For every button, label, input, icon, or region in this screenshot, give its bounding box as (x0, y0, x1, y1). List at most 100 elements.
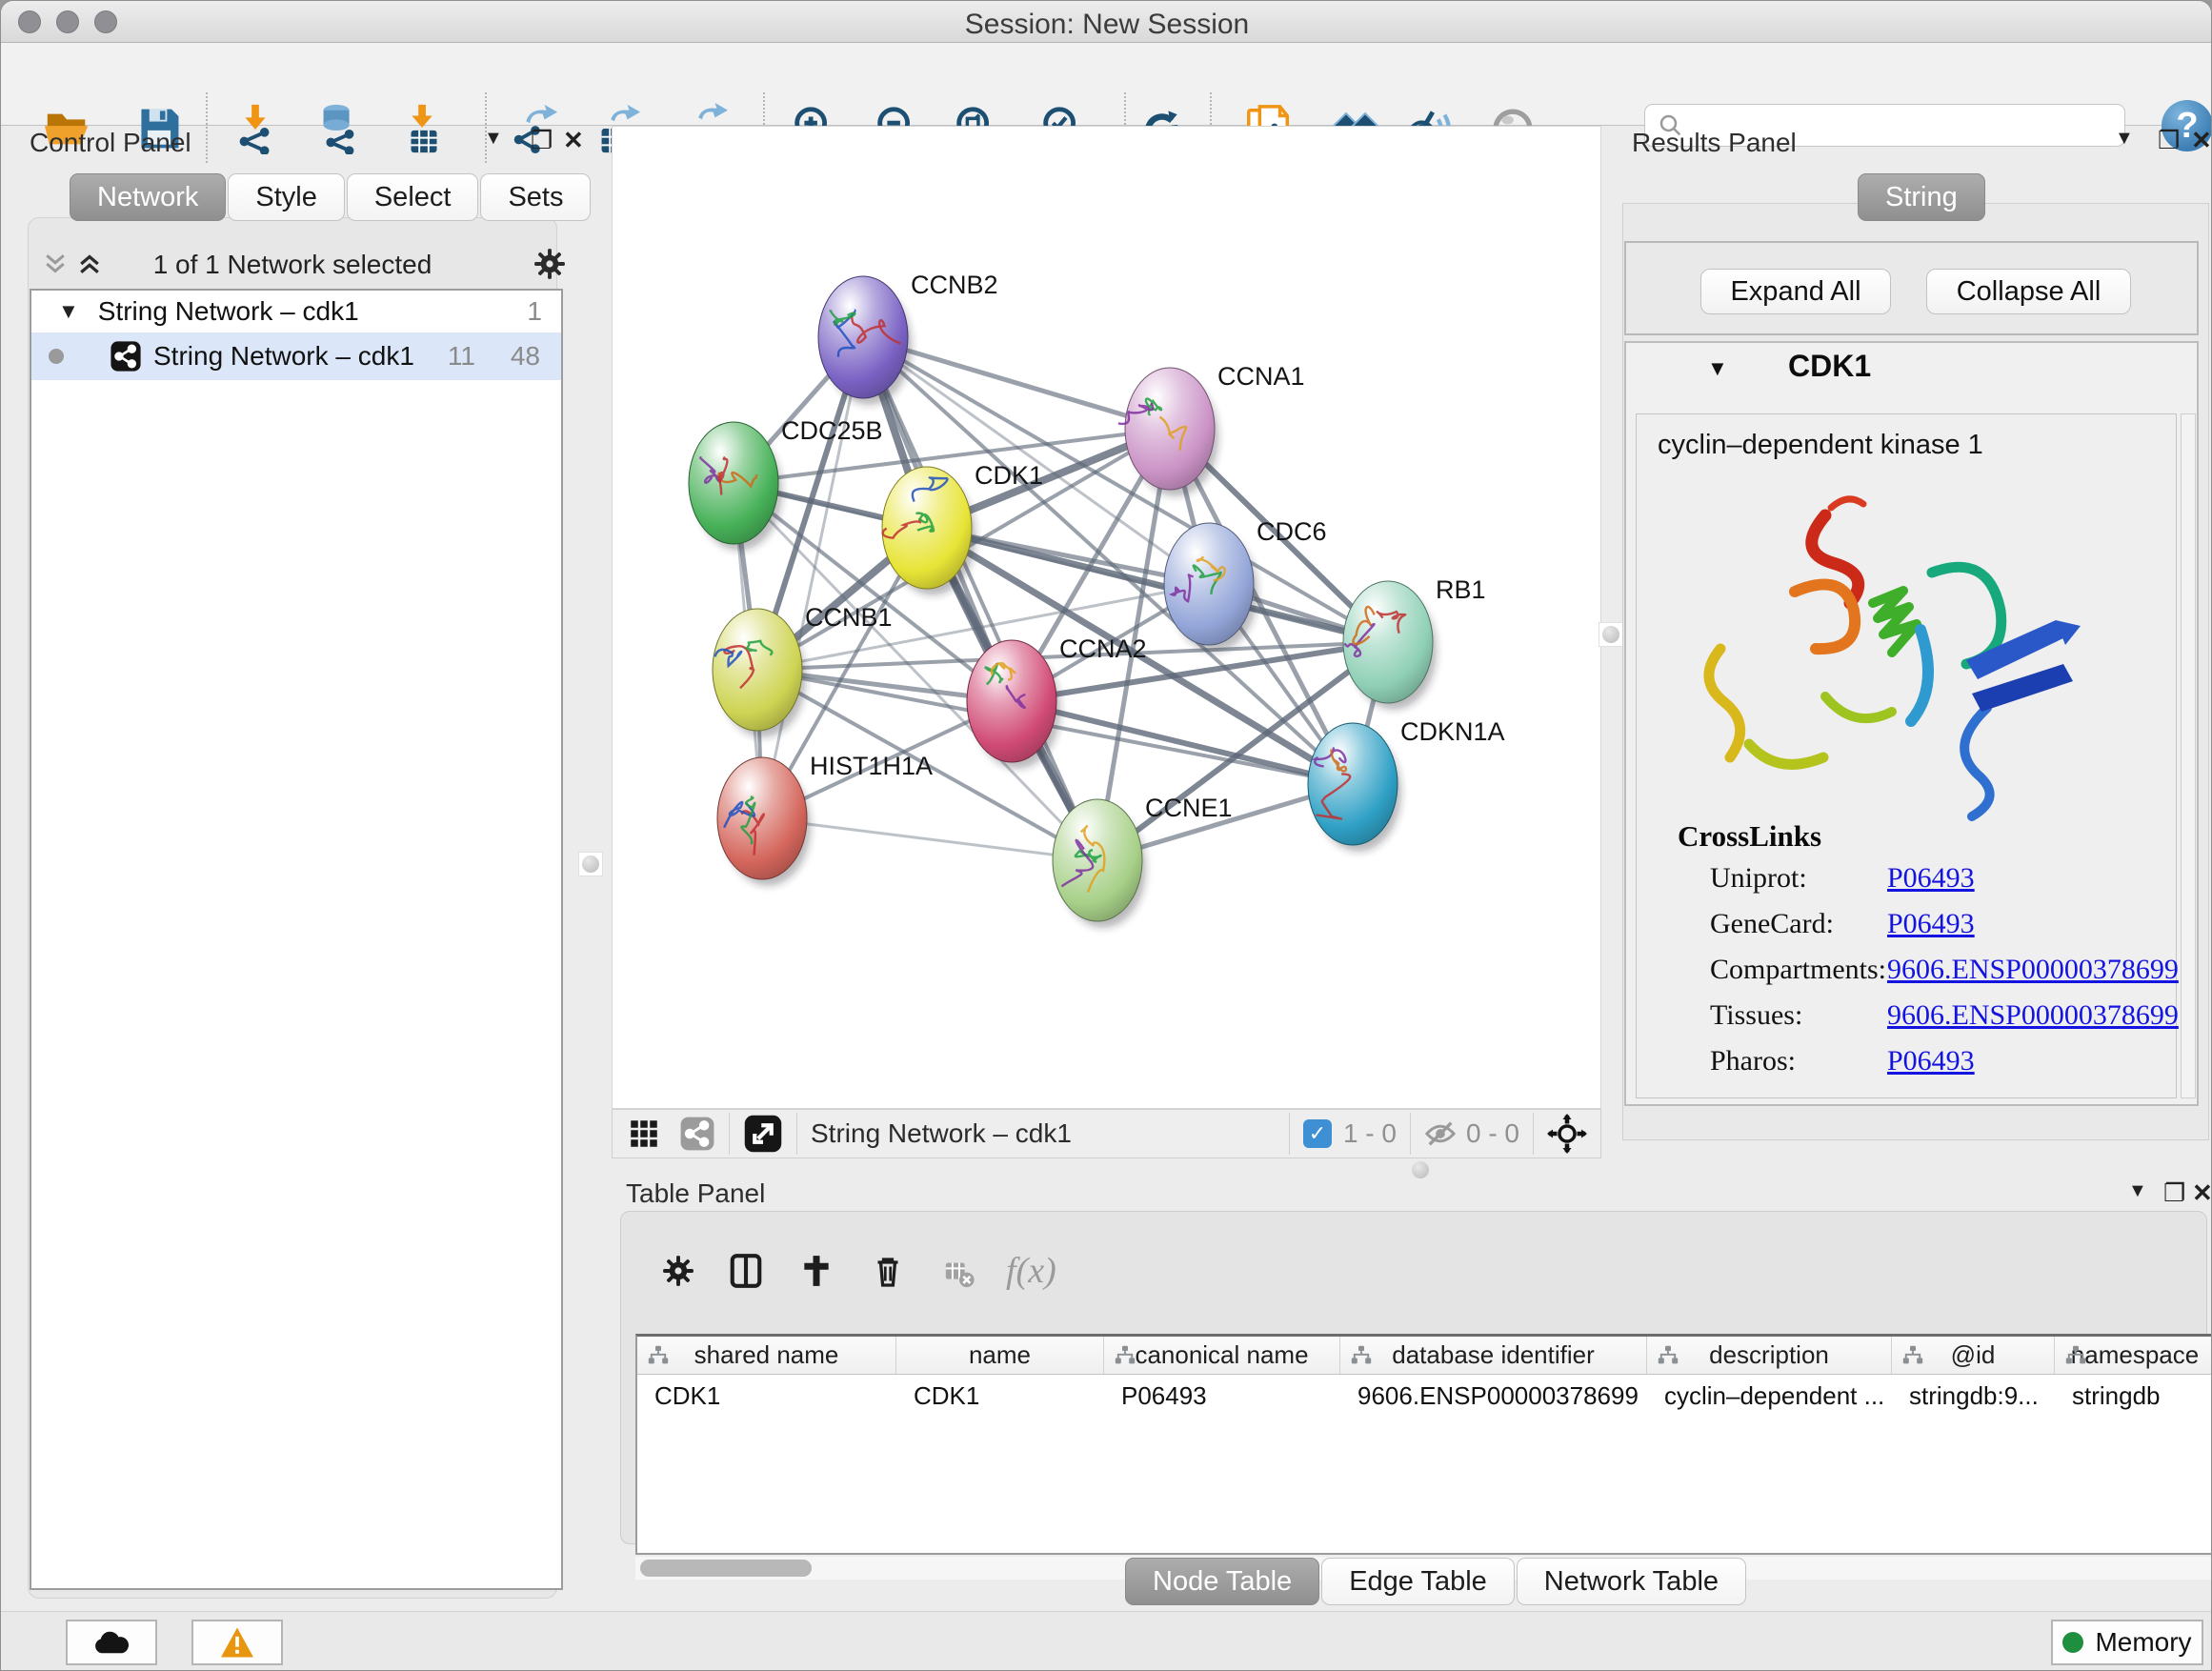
scrollbar-thumb[interactable] (640, 1560, 812, 1577)
close-panel-icon[interactable]: ✕ (2191, 126, 2212, 155)
crosslink-link[interactable]: P06493 (1887, 862, 1975, 895)
network-node-CCNA1 (1118, 368, 1218, 496)
grid-view-icon[interactable] (630, 1119, 658, 1148)
delete-column-icon[interactable] (871, 1252, 905, 1290)
tab-edge-table[interactable]: Edge Table (1321, 1558, 1515, 1605)
column-header-description[interactable]: description (1647, 1337, 1892, 1374)
column-header-database-identifier[interactable]: database identifier (1340, 1337, 1647, 1374)
table-cell[interactable]: CDK1 (896, 1375, 1104, 1415)
tab-node-table[interactable]: Node Table (1125, 1558, 1319, 1605)
network-node-CCNA2 (967, 640, 1060, 769)
crosslink-link[interactable]: P06493 (1887, 908, 1975, 940)
table-cell[interactable]: cyclin–dependent ... (1647, 1375, 1892, 1415)
warning-icon (219, 1626, 255, 1659)
network-node-CDC6 (1164, 523, 1257, 652)
gear-icon[interactable] (661, 1254, 695, 1288)
crosslink-link[interactable]: 9606.ENSP00000378699 (1887, 954, 2179, 986)
crosslinks-list: Uniprot:P06493GeneCard:P06493Compartment… (1637, 862, 2178, 1091)
memory-status-dot (2062, 1632, 2083, 1653)
node-count: 11 (448, 341, 475, 372)
column-header--id[interactable]: @id (1892, 1337, 2055, 1374)
table-cell[interactable]: P06493 (1104, 1375, 1340, 1415)
panel-menu-icon[interactable]: ▼ (2115, 128, 2134, 150)
network-graph[interactable]: CCNB2CCNA1CDC25BCDK1CDC6RB1CCNB1CCNA2CDK… (613, 127, 1600, 1108)
panel-menu-icon[interactable]: ▼ (484, 128, 503, 150)
tab-string[interactable]: String (1858, 173, 1985, 221)
hidden-eye-icon[interactable] (1424, 1117, 1457, 1150)
results-scrollbar[interactable] (2181, 413, 2196, 1098)
float-panel-icon[interactable]: ❐ (2163, 1178, 2185, 1208)
hidden-node-edge-counts: 0 - 0 (1466, 1118, 1519, 1149)
table-cell[interactable]: CDK1 (637, 1375, 896, 1415)
tab-select[interactable]: Select (347, 173, 479, 221)
network-collection-label: String Network – cdk1 (98, 296, 359, 327)
control-panel: Control Panel ▼ ❐ ✕ NetworkStyleSelectSe… (10, 126, 573, 1603)
memory-button[interactable]: Memory (2051, 1620, 2203, 1665)
function-builder-icon: f(x) (1006, 1250, 1056, 1292)
tab-network[interactable]: Network (70, 173, 226, 221)
crosslink-link[interactable]: 9606.ENSP00000378699 (1887, 999, 2179, 1032)
column-header-canonical-name[interactable]: canonical name (1104, 1337, 1340, 1374)
selected-checkbox[interactable]: ✓ (1303, 1119, 1332, 1148)
gear-icon[interactable] (533, 247, 567, 281)
footer-separator (796, 1113, 797, 1155)
table-panel-title: Table Panel (626, 1178, 765, 1209)
cloud-button[interactable] (66, 1620, 157, 1665)
crosslink-row: Tissues:9606.ENSP00000378699 (1637, 999, 2178, 1045)
fit-content-crosshair-icon[interactable] (1547, 1114, 1587, 1154)
show-columns-icon[interactable] (728, 1252, 764, 1290)
table-cell[interactable]: 9606.ENSP00000378699 (1340, 1375, 1647, 1415)
float-panel-icon[interactable]: ❐ (2158, 126, 2180, 155)
network-view-toolbar: String Network – cdk1 ✓ 1 - 0 0 - 0 (612, 1109, 1601, 1158)
left-splitter-handle[interactable] (578, 852, 603, 876)
collapse-all-button[interactable]: Collapse All (1926, 269, 2131, 314)
network-status-dot (49, 349, 64, 364)
title-bar: Session: New Session (1, 1, 2212, 43)
network-view-canvas[interactable]: CCNB2CCNA1CDC25BCDK1CDC6RB1CCNB1CCNA2CDK… (612, 126, 1601, 1109)
results-panel: Results Panel ▼ ❐ ✕ String Expand All Co… (1613, 126, 2212, 1145)
footer-separator (1410, 1113, 1411, 1155)
window-title: Session: New Session (1, 9, 2212, 41)
birdseye-share-icon[interactable] (679, 1116, 715, 1152)
table-row[interactable]: CDK1CDK1P064939606.ENSP00000378699cyclin… (637, 1375, 2212, 1415)
column-header-label: canonical name (1135, 1340, 1308, 1370)
tab-style[interactable]: Style (228, 173, 344, 221)
column-header-label: @id (1951, 1340, 1996, 1370)
network-tree-root-row[interactable]: ▼ String Network – cdk1 1 (31, 291, 561, 332)
warning-button[interactable] (191, 1620, 283, 1665)
crosslink-row: GeneCard:P06493 (1637, 908, 2178, 954)
float-panel-icon[interactable]: ❐ (531, 126, 553, 155)
tab-network-table[interactable]: Network Table (1517, 1558, 1746, 1605)
column-header-label: description (1709, 1340, 1829, 1370)
crosslink-link[interactable]: P06493 (1887, 1045, 1975, 1077)
table-panel-body: f(x) shared namename canonical name databa… (620, 1211, 2207, 1544)
column-header-name[interactable]: name (896, 1337, 1104, 1374)
close-panel-icon[interactable]: ✕ (563, 126, 584, 155)
panel-menu-icon[interactable]: ▼ (2128, 1180, 2147, 1202)
network-tree-row-selected[interactable]: String Network – cdk1 11 48 (31, 332, 561, 380)
tree-expand-icon[interactable]: ▼ (58, 299, 79, 324)
control-panel-title: Control Panel (30, 128, 191, 158)
results-panel-title: Results Panel (1632, 128, 1797, 158)
expand-all-button[interactable]: Expand All (1700, 269, 1891, 314)
crosslink-row: Pharos:P06493 (1637, 1045, 2178, 1091)
protein-card: ▼ CDK1 cyclin–dependent kinase 1 (1624, 341, 2199, 1106)
table-cell[interactable]: stringdb:9... (1892, 1375, 2055, 1415)
protein-detail-card: cyclin–dependent kinase 1 (1636, 413, 2177, 1098)
column-header-label: database identifier (1392, 1340, 1594, 1370)
collapse-card-icon[interactable]: ▼ (1707, 356, 1728, 381)
node-label: CCNE1 (1145, 794, 1233, 822)
tab-sets[interactable]: Sets (480, 173, 591, 221)
table-cell[interactable]: stringdb (2055, 1375, 2212, 1415)
close-panel-icon[interactable]: ✕ (2192, 1178, 2212, 1208)
selected-node-edge-counts: 1 - 0 (1343, 1118, 1397, 1149)
crosslink-row: Compartments:9606.ENSP00000378699 (1637, 954, 2178, 999)
node-label: CDC6 (1257, 517, 1327, 546)
network-node-CCNB2 (818, 276, 912, 405)
crosslink-row: Uniprot:P06493 (1637, 862, 2178, 908)
footer-separator (1533, 1113, 1534, 1155)
open-in-window-icon[interactable] (743, 1114, 783, 1154)
add-column-icon[interactable] (798, 1252, 835, 1290)
column-header-shared-name[interactable]: shared name (637, 1337, 896, 1374)
column-header-namespace[interactable]: namespace (2055, 1337, 2212, 1374)
